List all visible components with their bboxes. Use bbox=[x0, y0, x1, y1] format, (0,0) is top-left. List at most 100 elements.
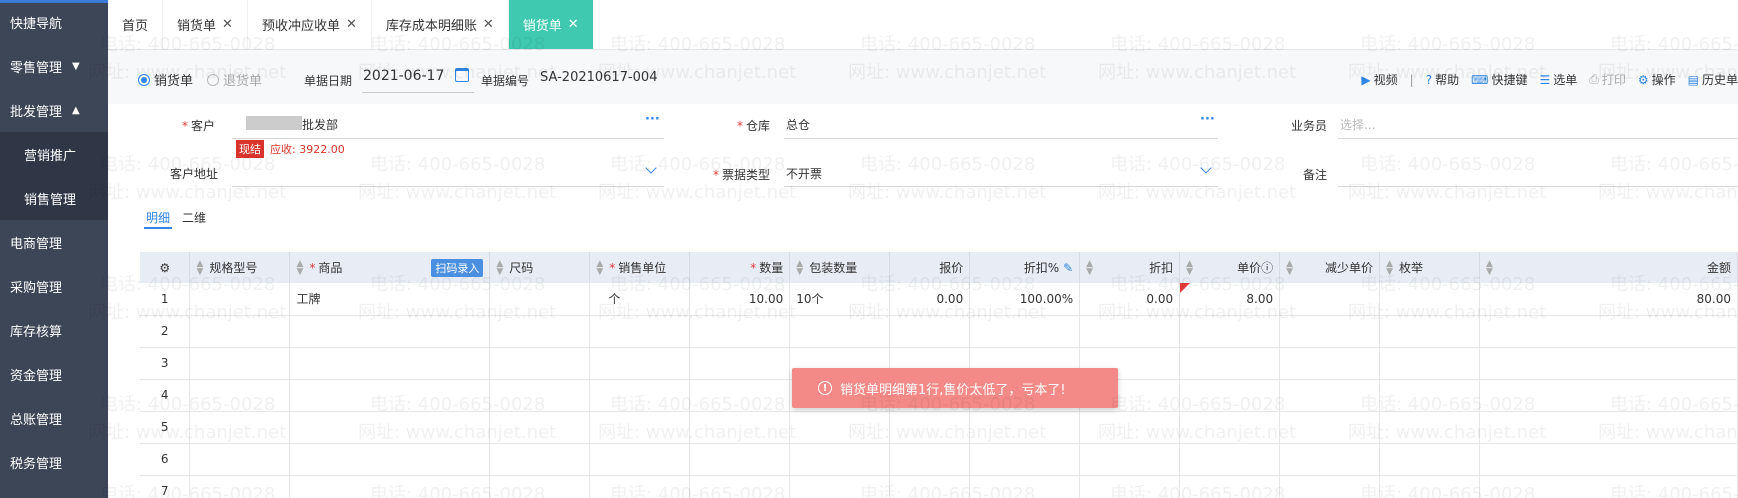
warehouse-more-icon[interactable]: ··· bbox=[1200, 112, 1215, 127]
cell-enum[interactable] bbox=[1379, 475, 1481, 498]
remark-input[interactable] bbox=[1338, 186, 1738, 187]
cell-reduce-price[interactable] bbox=[1279, 347, 1381, 380]
cell-price[interactable] bbox=[1179, 411, 1281, 444]
calendar-icon[interactable] bbox=[455, 68, 469, 82]
tab-qrcode[interactable]: 二维 bbox=[182, 209, 206, 226]
col-discount-pct[interactable]: 折扣% ✎ bbox=[969, 252, 1081, 283]
date-input[interactable]: 2021-06-17 bbox=[363, 68, 444, 84]
sidebar-item-inventory[interactable]: 库存核算 bbox=[0, 308, 108, 352]
salesman-input[interactable]: 选择... bbox=[1340, 116, 1375, 133]
tab-home[interactable]: 首页 bbox=[108, 0, 164, 49]
cell-price[interactable] bbox=[1179, 379, 1281, 412]
cell-amount[interactable] bbox=[1479, 347, 1738, 380]
cell-unit[interactable] bbox=[589, 347, 691, 380]
sidebar-item-ecommerce[interactable]: 电商管理 bbox=[0, 220, 108, 264]
sidebar-item-retail[interactable]: 零售管理 ▼ bbox=[0, 44, 108, 88]
cell-unit[interactable] bbox=[589, 475, 691, 498]
cell-spec[interactable] bbox=[189, 411, 291, 444]
cell-enum[interactable] bbox=[1379, 283, 1481, 316]
cell-qty[interactable] bbox=[689, 347, 791, 380]
cell-price[interactable] bbox=[1179, 475, 1281, 498]
print-button[interactable]: ⎙ 打印 bbox=[1589, 71, 1626, 88]
scan-entry-button[interactable]: 扫码录入 bbox=[431, 258, 484, 277]
operation-button[interactable]: ⚙ 操作 bbox=[1638, 71, 1676, 88]
tab-sales-order-1[interactable]: 销货单 ✕ bbox=[163, 0, 248, 49]
col-pack-qty[interactable]: ▲ ▼ 包装数量 bbox=[789, 252, 891, 283]
cell-discount-pct[interactable] bbox=[969, 475, 1081, 498]
table-row[interactable]: 7 bbox=[140, 475, 1738, 498]
cell-qty[interactable] bbox=[689, 443, 791, 476]
cell-spec[interactable] bbox=[189, 475, 291, 498]
tab-detail[interactable]: 明细 bbox=[146, 209, 170, 226]
help-icon[interactable]: ⓘ bbox=[1261, 261, 1273, 275]
sidebar-item-quick-nav[interactable]: 快捷导航 bbox=[0, 0, 108, 44]
col-quote[interactable]: 报价 bbox=[889, 252, 971, 283]
cell-reduce-price[interactable] bbox=[1279, 475, 1381, 498]
cell-qty[interactable]: 10.00 bbox=[689, 283, 791, 316]
cell-spec[interactable] bbox=[189, 347, 291, 380]
address-underline[interactable] bbox=[232, 186, 664, 187]
cell-reduce-price[interactable] bbox=[1279, 443, 1381, 476]
cell-amount[interactable] bbox=[1479, 475, 1738, 498]
chevron-down-icon[interactable] bbox=[645, 162, 657, 174]
cell-enum[interactable] bbox=[1379, 379, 1481, 412]
cell-pack-qty[interactable]: 10个 bbox=[789, 283, 891, 316]
table-row[interactable]: 2 bbox=[140, 315, 1738, 348]
cell-reduce-price[interactable] bbox=[1279, 411, 1381, 444]
cell-enum[interactable] bbox=[1379, 443, 1481, 476]
history-button[interactable]: ▤ 历史单 bbox=[1688, 71, 1738, 88]
column-settings[interactable]: ⚙ bbox=[140, 252, 191, 283]
cell-discount[interactable] bbox=[1079, 411, 1181, 444]
col-unit[interactable]: ▲ ▼ * 销售单位 bbox=[589, 252, 691, 283]
cell-price[interactable] bbox=[1179, 347, 1281, 380]
cell-product[interactable] bbox=[289, 379, 491, 412]
cell-qty[interactable] bbox=[689, 315, 791, 348]
sidebar-item-sales[interactable]: 销售管理 bbox=[0, 176, 108, 220]
cell-amount[interactable]: 80.00 bbox=[1479, 283, 1738, 316]
radio-sales-order[interactable]: 销货单 bbox=[138, 70, 193, 89]
shortcut-button[interactable]: ⌨ 快捷键 bbox=[1471, 71, 1527, 88]
cell-reduce-price[interactable] bbox=[1279, 379, 1381, 412]
cell-amount[interactable] bbox=[1479, 379, 1738, 412]
cell-product[interactable] bbox=[289, 347, 491, 380]
cell-size[interactable] bbox=[489, 347, 591, 380]
cell-pack-qty[interactable] bbox=[789, 475, 891, 498]
close-icon[interactable]: ✕ bbox=[222, 17, 233, 32]
cell-unit[interactable] bbox=[589, 411, 691, 444]
gear-icon[interactable]: ⚙ bbox=[159, 261, 170, 275]
invoice-type-value[interactable]: 不开票 bbox=[786, 165, 822, 182]
cell-reduce-price[interactable] bbox=[1279, 315, 1381, 348]
cell-size[interactable] bbox=[489, 443, 591, 476]
cell-price[interactable] bbox=[1179, 443, 1281, 476]
select-order-button[interactable]: ☰ 选单 bbox=[1539, 71, 1577, 88]
cell-unit[interactable] bbox=[589, 379, 691, 412]
cell-pack-qty[interactable] bbox=[789, 411, 891, 444]
col-discount[interactable]: ▲ ▼ 折扣 bbox=[1079, 252, 1181, 283]
edit-icon[interactable]: ✎ bbox=[1063, 261, 1073, 275]
cell-size[interactable] bbox=[489, 379, 591, 412]
table-row[interactable]: 5 bbox=[140, 411, 1738, 444]
cell-discount-pct[interactable] bbox=[969, 411, 1081, 444]
col-reduce-price[interactable]: ▲ ▼ 减少单价 bbox=[1279, 252, 1381, 283]
cell-enum[interactable] bbox=[1379, 315, 1481, 348]
cell-spec[interactable] bbox=[189, 315, 291, 348]
col-enum[interactable]: ▲ ▼ 枚举 bbox=[1379, 252, 1481, 283]
cell-quote[interactable] bbox=[889, 315, 971, 348]
cell-amount[interactable] bbox=[1479, 443, 1738, 476]
col-qty[interactable]: * 数量 bbox=[689, 252, 791, 283]
cell-product[interactable] bbox=[289, 443, 491, 476]
cell-pack-qty[interactable] bbox=[789, 315, 891, 348]
cell-qty[interactable] bbox=[689, 475, 791, 498]
close-icon[interactable]: ✕ bbox=[483, 17, 494, 32]
tab-inventory-cost[interactable]: 库存成本明细账 ✕ bbox=[372, 0, 509, 49]
radio-return-order[interactable]: 退货单 bbox=[207, 70, 262, 89]
cell-qty[interactable] bbox=[689, 379, 791, 412]
cell-spec[interactable] bbox=[189, 443, 291, 476]
cell-discount[interactable] bbox=[1079, 315, 1181, 348]
cell-unit[interactable] bbox=[589, 443, 691, 476]
col-amount[interactable]: ▲ ▼ 金额 bbox=[1479, 252, 1738, 283]
cell-product[interactable] bbox=[289, 411, 491, 444]
cell-discount[interactable]: 0.00 bbox=[1079, 283, 1181, 316]
cell-unit[interactable] bbox=[589, 315, 691, 348]
cell-quote[interactable] bbox=[889, 411, 971, 444]
